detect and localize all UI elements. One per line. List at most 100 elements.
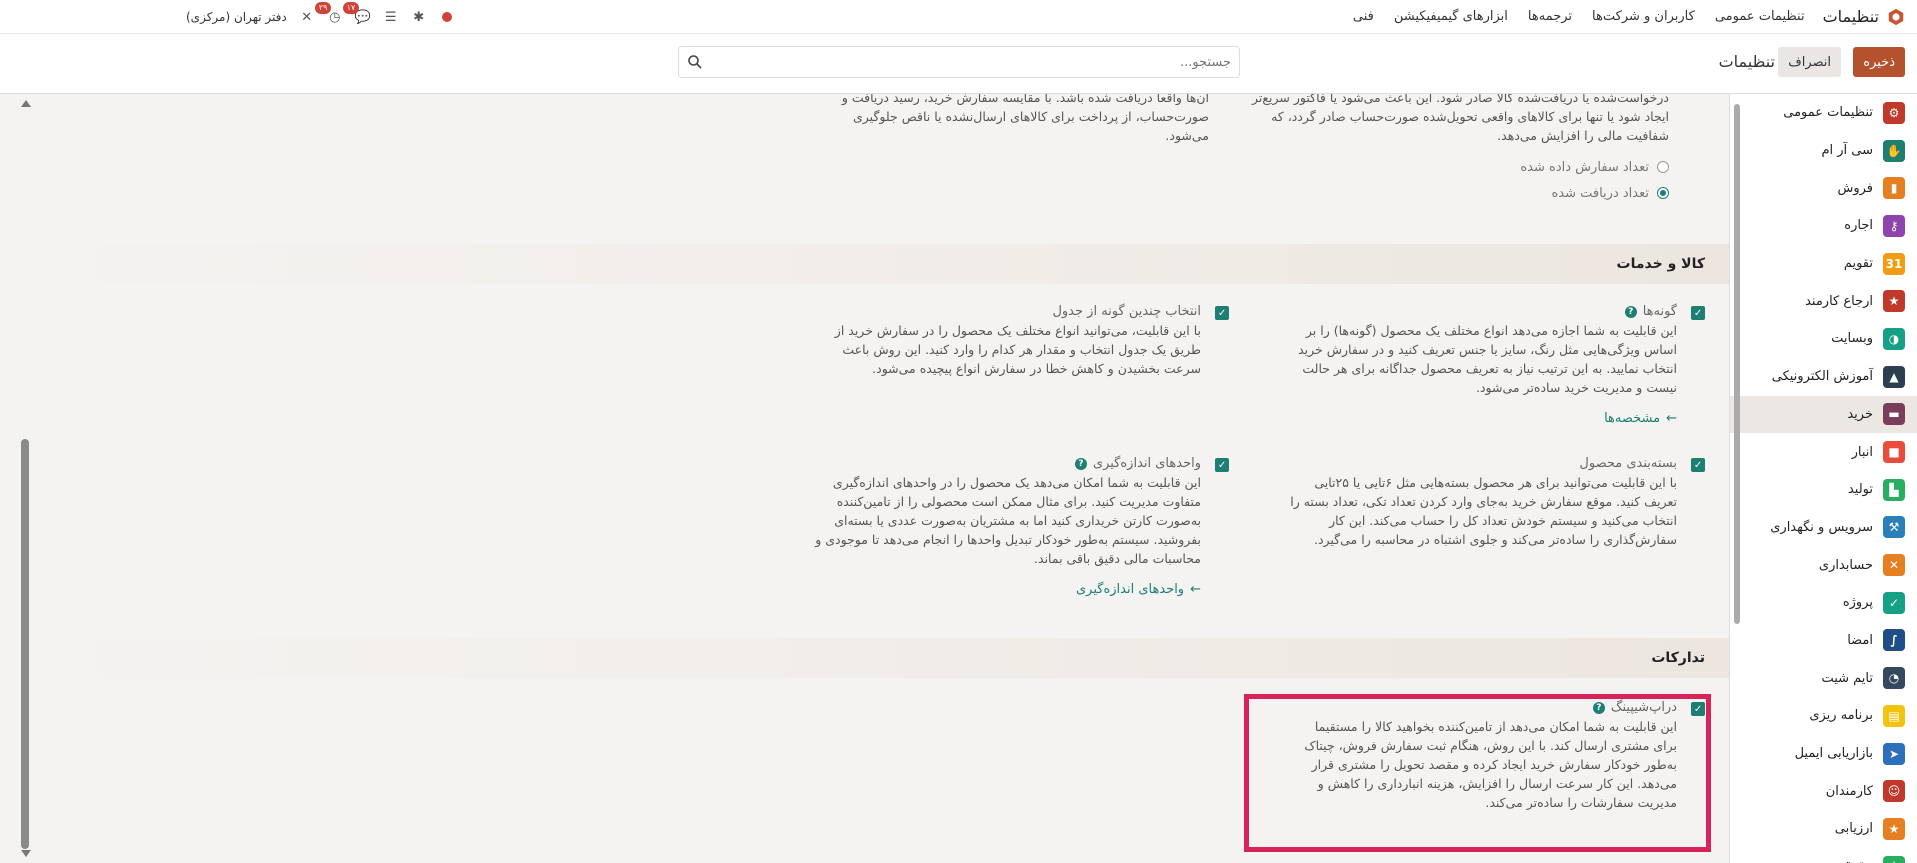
grid-entry-checkbox[interactable]: ✓: [1215, 306, 1229, 320]
chart-icon: ▮: [1883, 177, 1905, 200]
messages-icon[interactable]: 💬 ۱۷: [342, 2, 371, 25]
sidebar-item-label: انبار: [1851, 444, 1873, 460]
scroll-up-arrow-icon[interactable]: [21, 100, 31, 107]
list-icon[interactable]: ☰: [383, 9, 399, 25]
breadcrumb-title: تنظیمات: [1718, 52, 1775, 71]
menu-gamification[interactable]: ابزارهای گیمیفیکیشن: [1394, 9, 1508, 24]
uom-checkbox[interactable]: ✓: [1215, 458, 1229, 472]
menu-translations[interactable]: ترجمه‌ها: [1528, 9, 1572, 24]
menu-technical[interactable]: فنی: [1353, 9, 1374, 24]
discard-button[interactable]: انصراف: [1778, 47, 1841, 77]
variants-title: گونه‌ها: [1642, 304, 1677, 319]
radio-ordered-icon[interactable]: [1657, 161, 1669, 173]
sidebar-item-label: بازاریابی ایمیل: [1794, 746, 1873, 762]
sidebar-item[interactable]: ⚒ سرویس و نگهداری: [1730, 509, 1917, 547]
sidebar-item[interactable]: ⚙ تنظیمات عمومی: [1730, 94, 1917, 132]
box-icon: ■: [1883, 441, 1905, 464]
wrench-icon: ⚒: [1883, 516, 1905, 539]
uom-link[interactable]: ← واحدهای اندازه‌گیری: [809, 582, 1201, 597]
packaging-desc: با این قابلیت می‌توانید برای هر محصول بس…: [1290, 475, 1677, 547]
menu-users-companies[interactable]: کاربران و شرکت‌ها: [1592, 9, 1695, 24]
section-products-title: کالا و خدمات: [1616, 256, 1705, 272]
sidebar-scrollbar[interactable]: [1734, 104, 1740, 624]
menu-general-settings[interactable]: تنظیمات عمومی: [1715, 9, 1805, 24]
dropship-highlight-frame: [1244, 694, 1711, 852]
check-icon: ✓: [1883, 591, 1905, 614]
page-scrollbar[interactable]: [21, 439, 29, 849]
sidebar-item[interactable]: ◔ تایم شیت: [1730, 659, 1917, 697]
card-icon: ▬: [1883, 403, 1905, 426]
help-icon[interactable]: ?: [1074, 457, 1087, 470]
top-navbar: تنظیمات تنظیمات عمومی کاربران و شرکت‌ها …: [0, 0, 1917, 34]
sidebar-item-label: تولید: [1847, 482, 1873, 498]
clock-icon: ◔: [1883, 667, 1905, 690]
sidebar-item[interactable]: ✋ سی آر ام: [1730, 132, 1917, 170]
sidebar-item[interactable]: ∫ امضا: [1730, 622, 1917, 660]
sidebar-item[interactable]: ★ ارجاع کارمند: [1730, 282, 1917, 320]
sidebar-item-label: تنظیمات عمومی: [1783, 105, 1873, 121]
sidebar-item[interactable]: ▤ برنامه ریزی: [1730, 697, 1917, 735]
sidebar-item-label: امضا: [1847, 632, 1873, 648]
sidebar-item-label: سی آر ام: [1821, 143, 1873, 159]
attributes-link[interactable]: ← مشخصه‌ها: [1285, 411, 1677, 426]
search-icon[interactable]: [687, 54, 703, 70]
help-icon[interactable]: ?: [1624, 305, 1637, 318]
radio-ordered-qty[interactable]: تعداد سفارش داده شده: [1249, 155, 1669, 179]
radio-received-label: تعداد دریافت شده: [1551, 185, 1649, 201]
search-box[interactable]: [678, 46, 1240, 78]
sidebar-item[interactable]: ▬ خرید: [1730, 395, 1917, 434]
sidebar-item[interactable]: ▮ فروش: [1730, 169, 1917, 207]
section-logistics: تدارکات: [36, 638, 1729, 678]
sidebar-item[interactable]: ☺ کارمندان: [1730, 772, 1917, 810]
sidebar-item[interactable]: ■ انبار: [1730, 433, 1917, 471]
star-badge-icon: ★: [1883, 290, 1905, 313]
radio-received-icon[interactable]: [1657, 187, 1669, 199]
company-switcher[interactable]: دفتر تهران (مرکزی): [186, 10, 287, 24]
sidebar-item-label: تایم شیت: [1821, 670, 1873, 686]
app-brand[interactable]: تنظیمات: [1823, 7, 1905, 26]
save-button[interactable]: ذخیره: [1853, 47, 1905, 77]
variants-checkbox[interactable]: ✓: [1691, 306, 1705, 320]
sidebar-item[interactable]: ★ ارزیابی: [1730, 810, 1917, 848]
handshake-icon: ✋: [1883, 139, 1905, 162]
sidebar-item-label: اجاره: [1844, 218, 1873, 234]
search-input[interactable]: [703, 54, 1231, 70]
sidebar-item[interactable]: 31 تقویم: [1730, 245, 1917, 283]
sidebar-item[interactable]: ▲ آموزش الکترونیکی: [1730, 358, 1917, 396]
setting-grid-entry: ✓ انتخاب چندین گونه از جدول با این قابلی…: [809, 304, 1229, 378]
key-icon: ⚷: [1883, 214, 1905, 237]
sidebar-item[interactable]: ⚷ اجاره: [1730, 207, 1917, 245]
uom-title: واحدهای اندازه‌گیری: [1092, 456, 1201, 471]
packaging-title: بسته‌بندی محصول: [1579, 456, 1677, 471]
sidebar-item-label: برنامه ریزی: [1809, 708, 1873, 724]
tools-icon[interactable]: ✕: [299, 9, 315, 25]
star-icon: ★: [1883, 817, 1905, 840]
radio-received-qty[interactable]: تعداد دریافت شده: [1249, 181, 1669, 205]
graduation-icon: ▲: [1883, 365, 1905, 388]
bug-icon[interactable]: ✱: [411, 9, 427, 25]
sidebar-item[interactable]: ▙ تولید: [1730, 471, 1917, 509]
sidebar-item-label: سرویس و نگهداری: [1770, 519, 1873, 535]
packaging-checkbox[interactable]: ✓: [1691, 458, 1705, 472]
sidebar-item-label: وبسایت: [1831, 331, 1873, 347]
sidebar-item[interactable]: $ حقوق و دستمزد: [1730, 848, 1917, 863]
accounting-icon: ✕: [1883, 554, 1905, 577]
sidebar-item[interactable]: ◑ وبسایت: [1730, 320, 1917, 358]
uom-link-label: واحدهای اندازه‌گیری: [1076, 582, 1185, 597]
sidebar-item-label: خرید: [1847, 406, 1873, 422]
scroll-down-arrow-icon[interactable]: [21, 850, 31, 857]
setting-uom: ✓ واحدهای اندازه‌گیری? این قابلیت به شما…: [809, 456, 1229, 597]
activity-badge: ۲۹: [314, 2, 332, 14]
settings-logo-icon: [1888, 8, 1904, 25]
sidebar-item[interactable]: ✓ پروژه: [1730, 584, 1917, 622]
section-logistics-title: تدارکات: [1651, 650, 1705, 666]
sidebar-item-label: حقوق و دستمزد: [1786, 859, 1873, 863]
status-dot-icon[interactable]: [439, 9, 455, 25]
activity-clock-icon[interactable]: ◷ ۲۹: [314, 2, 343, 25]
sidebar-item[interactable]: ➤ بازاریابی ایمیل: [1730, 735, 1917, 773]
globe-icon: ◑: [1883, 327, 1905, 350]
variants-desc: این قابلیت به شما اجازه می‌دهد انواع مخت…: [1298, 323, 1677, 395]
sidebar-item[interactable]: ✕ حسابداری: [1730, 546, 1917, 584]
setting-3way-matching: آن‌ها واقعاً دریافت شده باشد. با مقایسه …: [829, 94, 1209, 145]
paper-plane-icon: ➤: [1883, 742, 1905, 765]
